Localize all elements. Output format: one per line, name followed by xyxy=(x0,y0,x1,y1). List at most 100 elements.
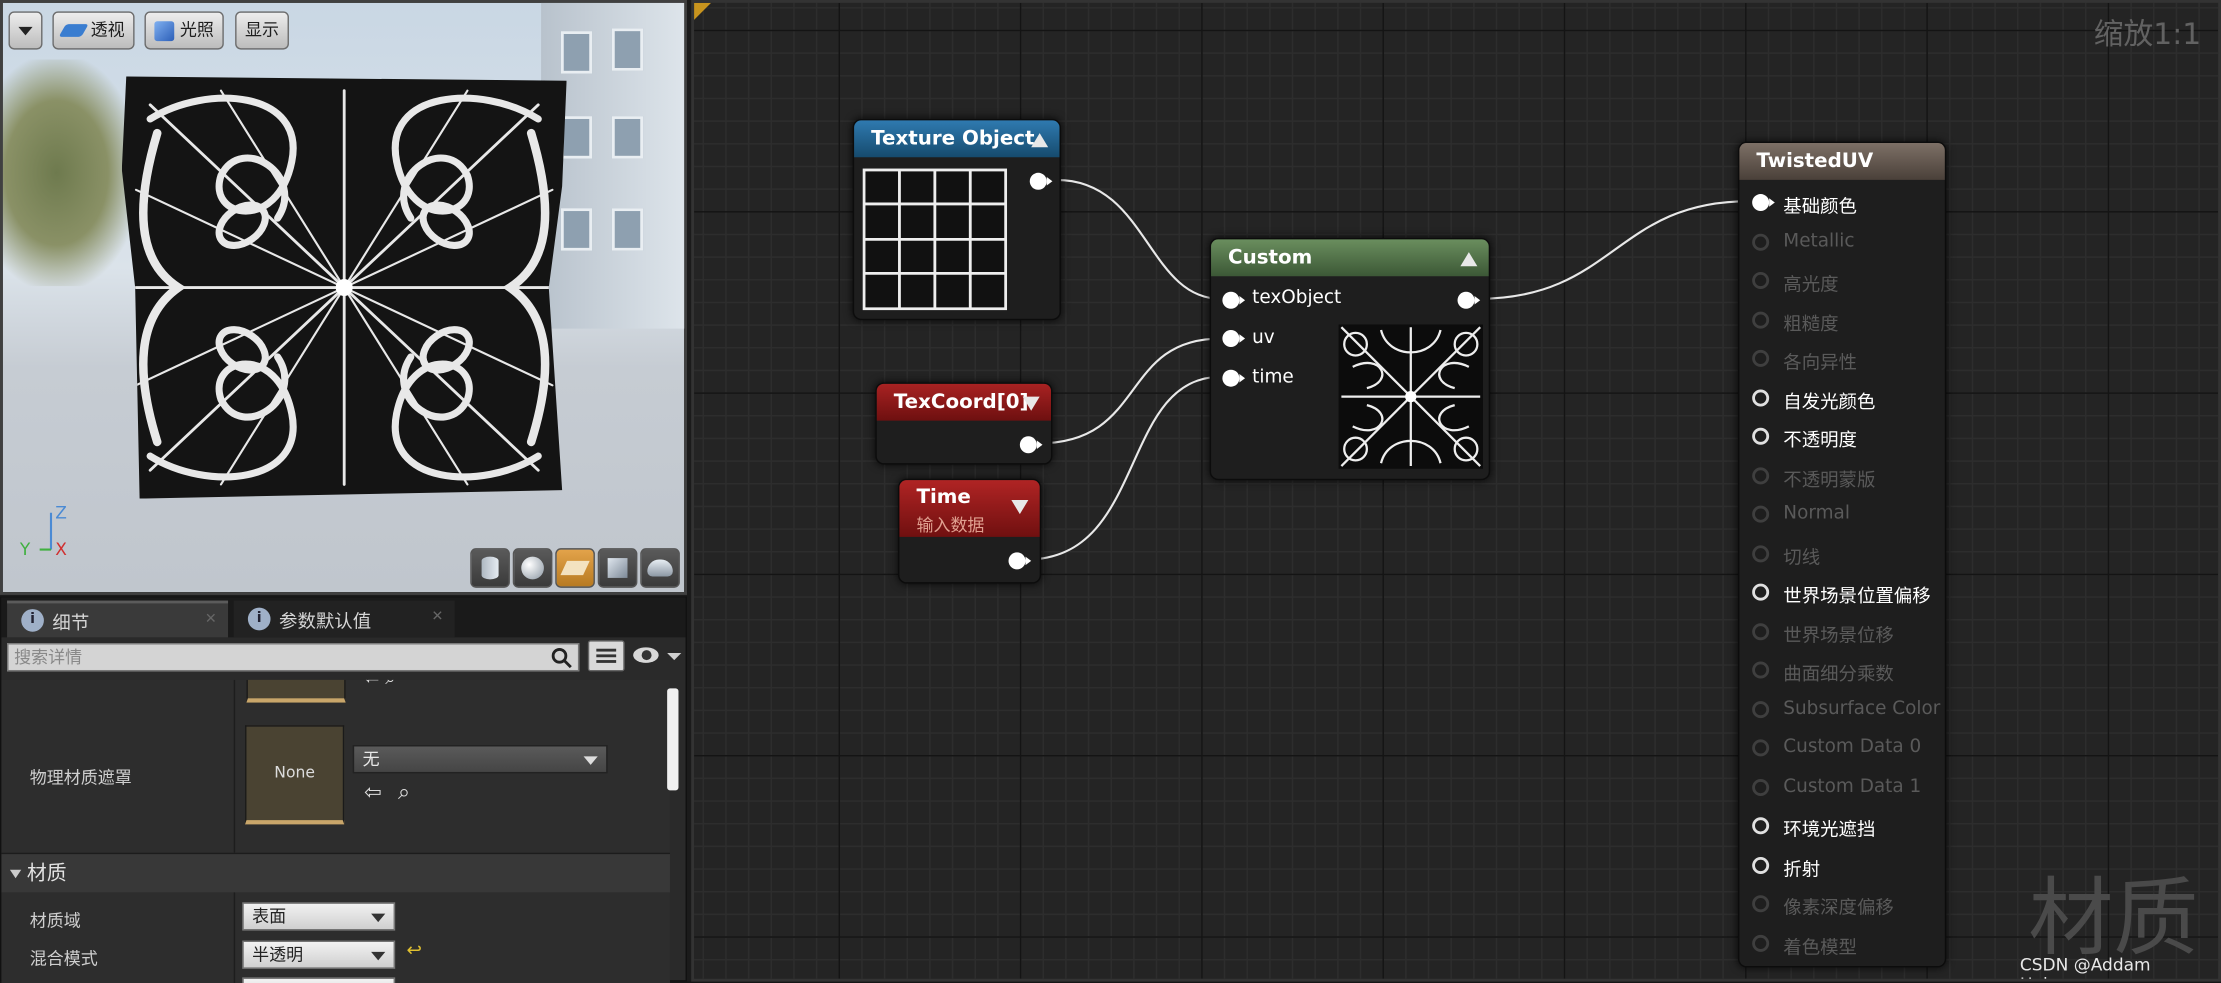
material-graph[interactable]: 缩放1:1 材质 CSDN @Addam Holmes Texture Obje… xyxy=(691,0,2221,982)
collapse-icon[interactable] xyxy=(1460,252,1478,267)
result-input-pin[interactable] xyxy=(1752,856,1770,874)
section-material[interactable]: 材质 xyxy=(1,852,670,893)
node-custom[interactable]: Custom texObject uv time xyxy=(1209,237,1491,481)
result-input-pin[interactable] xyxy=(1752,233,1770,251)
chevron-down-icon xyxy=(371,951,386,961)
result-pin-label: 着色模型 xyxy=(1783,936,1857,959)
result-input-pin[interactable] xyxy=(1752,817,1770,835)
result-pin-label: 高光度 xyxy=(1783,274,1839,297)
result-pin-label: 基础颜色 xyxy=(1783,196,1857,219)
node-header[interactable]: Texture Object xyxy=(854,120,1060,158)
search-icon xyxy=(551,648,572,669)
node-header[interactable]: TexCoord[0] xyxy=(876,383,1052,421)
eye-icon[interactable] xyxy=(633,644,682,667)
cube-icon[interactable] xyxy=(597,548,638,588)
list-view-icon[interactable] xyxy=(587,640,625,672)
node-header[interactable]: Time 输入数据 xyxy=(899,480,1040,537)
node-result[interactable]: TwistedUV 基础颜色 Metallic 高光度 粗糙度 各向异性 自发光颜色 不透明… xyxy=(1737,141,1947,968)
material-editor: 透视 光照 显示 Z Y X i 细节 ✕ i 参数默认值 ✕ 搜索详情 物理材… xyxy=(0,0,2221,983)
preview-viewport[interactable]: 透视 光照 显示 Z Y X xyxy=(0,0,687,595)
result-pin-label: Normal xyxy=(1783,502,1850,525)
result-input-pin[interactable] xyxy=(1752,739,1770,757)
result-pin-label: 不透明度 xyxy=(1783,430,1857,452)
result-input-pin[interactable] xyxy=(1752,622,1770,640)
material-thumbnail[interactable] xyxy=(246,679,346,703)
output-pin[interactable] xyxy=(1029,172,1053,190)
material-domain-combo[interactable]: 表面 xyxy=(242,902,396,931)
result-input-pin[interactable] xyxy=(1752,544,1770,562)
chevron-down-icon xyxy=(18,26,33,35)
result-input-pin[interactable] xyxy=(1752,349,1770,367)
use-icons: ⇦ ⌕ xyxy=(364,680,396,690)
output-pin[interactable] xyxy=(1019,436,1043,454)
details-tabs: i 细节 ✕ i 参数默认值 ✕ xyxy=(1,597,686,638)
result-input-pin[interactable] xyxy=(1752,466,1770,484)
result-pin-label: 环境光遮挡 xyxy=(1783,820,1876,842)
sphere-icon[interactable] xyxy=(512,548,553,588)
phys-mask-label: 物理材质遮罩 xyxy=(29,767,132,788)
blend-mode-combo[interactable]: 半透明 xyxy=(242,940,396,969)
expand-icon[interactable] xyxy=(1022,396,1040,411)
result-input-pin[interactable] xyxy=(1752,934,1770,952)
result-input-pin[interactable] xyxy=(1752,778,1770,796)
tab-parameter-defaults[interactable]: i 参数默认值 ✕ xyxy=(233,600,455,638)
result-input-pin[interactable] xyxy=(1752,271,1770,289)
browse-icon[interactable]: ⌕ xyxy=(398,779,410,804)
preview-thumbnail xyxy=(1338,324,1484,469)
preview-mesh-buttons xyxy=(470,548,680,588)
plane-icon[interactable] xyxy=(555,548,595,588)
pin-label: uv xyxy=(1252,327,1275,349)
node-time[interactable]: Time 输入数据 xyxy=(898,478,1042,584)
result-pin-label: 切线 xyxy=(1783,547,1821,569)
pin-label: time xyxy=(1252,366,1294,389)
collapse-icon[interactable] xyxy=(1031,133,1049,148)
twisted-uv-pattern xyxy=(134,89,554,486)
node-header[interactable]: TwistedUV xyxy=(1739,143,1945,180)
node-texture-object[interactable]: Texture Object xyxy=(852,118,1061,321)
reset-icon[interactable]: ↩ xyxy=(407,941,422,962)
node-header[interactable]: Custom xyxy=(1211,239,1489,277)
result-input-pin[interactable] xyxy=(1752,505,1770,523)
input-pin-time[interactable] xyxy=(1222,369,1246,387)
viewport-menu-button[interactable] xyxy=(8,11,43,50)
svg-text:Y: Y xyxy=(19,540,31,558)
result-pin-label: Custom Data 0 xyxy=(1783,736,1922,758)
search-input[interactable]: 搜索详情 xyxy=(7,643,580,672)
grid-texture-icon xyxy=(862,168,1008,311)
cylinder-icon[interactable] xyxy=(470,548,510,588)
details-scrollbar[interactable] xyxy=(667,688,679,791)
perspective-button[interactable]: 透视 xyxy=(52,11,135,50)
result-input-pin[interactable] xyxy=(1752,427,1770,445)
close-icon[interactable]: ✕ xyxy=(205,612,217,628)
result-input-pin[interactable] xyxy=(1752,310,1770,328)
arrow-left-icon[interactable]: ⇦ xyxy=(364,779,382,804)
phys-mask-combo[interactable]: 无 xyxy=(352,745,608,774)
blend-mode-label: 混合模式 xyxy=(29,949,98,969)
teapot-icon[interactable] xyxy=(640,548,680,588)
output-pin[interactable] xyxy=(1457,291,1481,309)
result-input-pin[interactable] xyxy=(1752,583,1770,601)
output-pin[interactable] xyxy=(1008,552,1032,570)
result-pin-label: 曲面细分乘数 xyxy=(1783,664,1894,686)
result-pin-label: Subsurface Color xyxy=(1783,697,1941,719)
result-input-pin[interactable] xyxy=(1752,700,1770,718)
expand-icon[interactable] xyxy=(1011,500,1029,515)
background-trees xyxy=(2,59,138,287)
details-properties: ⇦ ⌕ 物理材质遮罩 None 无 ⇦ ⌕ 材质 材质域 表面 混合模式 半透明 xyxy=(1,679,670,983)
result-pin-label: 折射 xyxy=(1783,859,1821,881)
tab-details[interactable]: i 细节 ✕ xyxy=(7,600,229,638)
result-input-pin[interactable] xyxy=(1752,388,1770,406)
input-pin-texobject[interactable] xyxy=(1222,291,1246,309)
result-input-pin[interactable] xyxy=(1752,194,1775,212)
close-icon[interactable]: ✕ xyxy=(431,609,443,625)
result-pin-label: 不透明蒙版 xyxy=(1783,469,1876,491)
details-icon: i xyxy=(21,609,44,632)
lit-button[interactable]: 光照 xyxy=(144,11,224,50)
result-input-pin[interactable] xyxy=(1752,661,1770,679)
pin-label: texObject xyxy=(1252,287,1342,309)
input-pin-uv[interactable] xyxy=(1222,330,1246,348)
phys-mask-thumbnail[interactable]: None xyxy=(245,725,345,825)
show-button[interactable]: 显示 xyxy=(235,11,289,50)
node-texcoord[interactable]: TexCoord[0] xyxy=(875,382,1053,465)
result-input-pin[interactable] xyxy=(1752,895,1770,913)
